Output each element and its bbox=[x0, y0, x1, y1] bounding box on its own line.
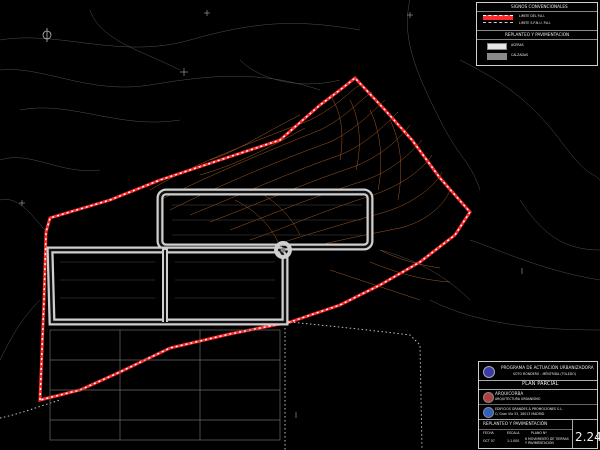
calzadas-swatch bbox=[487, 53, 507, 60]
row-escala-label: ESCALA bbox=[507, 431, 520, 435]
legend-pav1-label: ACERAS bbox=[511, 43, 524, 47]
client-sub: C/ Gran Vía 53, 28013 MADRID bbox=[495, 412, 545, 416]
title-block: PROGRAMA DE ACTUACIÓN URBANIZADORA SOTO … bbox=[478, 361, 600, 449]
legend-section-title: REPLANTEO Y PAVIMENTACION bbox=[505, 32, 570, 37]
author-sub: ARQUITECTURA URBANISMO bbox=[495, 397, 541, 401]
legend-item2-label: LIMITE S.P.N.U. P.A.I. bbox=[519, 21, 552, 25]
pai-limit-swatch bbox=[483, 15, 513, 20]
row-fecha-label: FECHA bbox=[483, 431, 494, 435]
plan-title: REPLANTEO Y PAVIMENTACIÓN bbox=[483, 421, 548, 426]
row-plano-label: PLANO Nº bbox=[531, 431, 547, 435]
scale-value: 1:1.000 bbox=[507, 439, 520, 443]
legend-pav2-label: CALZADAS bbox=[511, 53, 529, 57]
legend-divider-2 bbox=[477, 30, 597, 31]
author-logo bbox=[483, 392, 494, 403]
date-value: OCT 07 bbox=[483, 439, 495, 443]
tb-divider-5 bbox=[479, 429, 572, 430]
tb-divider-2 bbox=[479, 389, 597, 390]
client-name: EDIFICIOS GRANDES & PROMOCIONES S.L. bbox=[495, 407, 563, 411]
program-logo bbox=[483, 366, 495, 378]
aceras-swatch bbox=[487, 43, 507, 50]
program-line1: PROGRAMA DE ACTUACIÓN URBANIZADORA bbox=[501, 365, 594, 370]
client-logo bbox=[483, 407, 494, 418]
author-firm: ARQUICORBA bbox=[495, 391, 524, 396]
program-line2: SOTO RONDERO - MÉNTRIDA (TOLEDO) bbox=[513, 372, 577, 376]
legend-divider-3 bbox=[477, 39, 597, 40]
legend-panel: SIGNOS CONVENCIONALES LIMITE DEL P.A.I. … bbox=[476, 2, 598, 66]
sheet-number: 2.24 bbox=[575, 430, 600, 444]
legend-item1-label: LIMITE DEL P.A.I. bbox=[519, 14, 546, 18]
tb-divider-3 bbox=[479, 404, 597, 405]
doc-type: PLAN PARCIAL bbox=[522, 381, 559, 387]
spnu-limit-swatch bbox=[483, 22, 513, 26]
legend-title: SIGNOS CONVENCIONALES bbox=[511, 4, 568, 9]
legend-divider bbox=[477, 11, 597, 12]
notes-value: 6 MOVIMIENTO DE TIERRAS Y PAVIMENTACIÓN bbox=[525, 437, 569, 445]
